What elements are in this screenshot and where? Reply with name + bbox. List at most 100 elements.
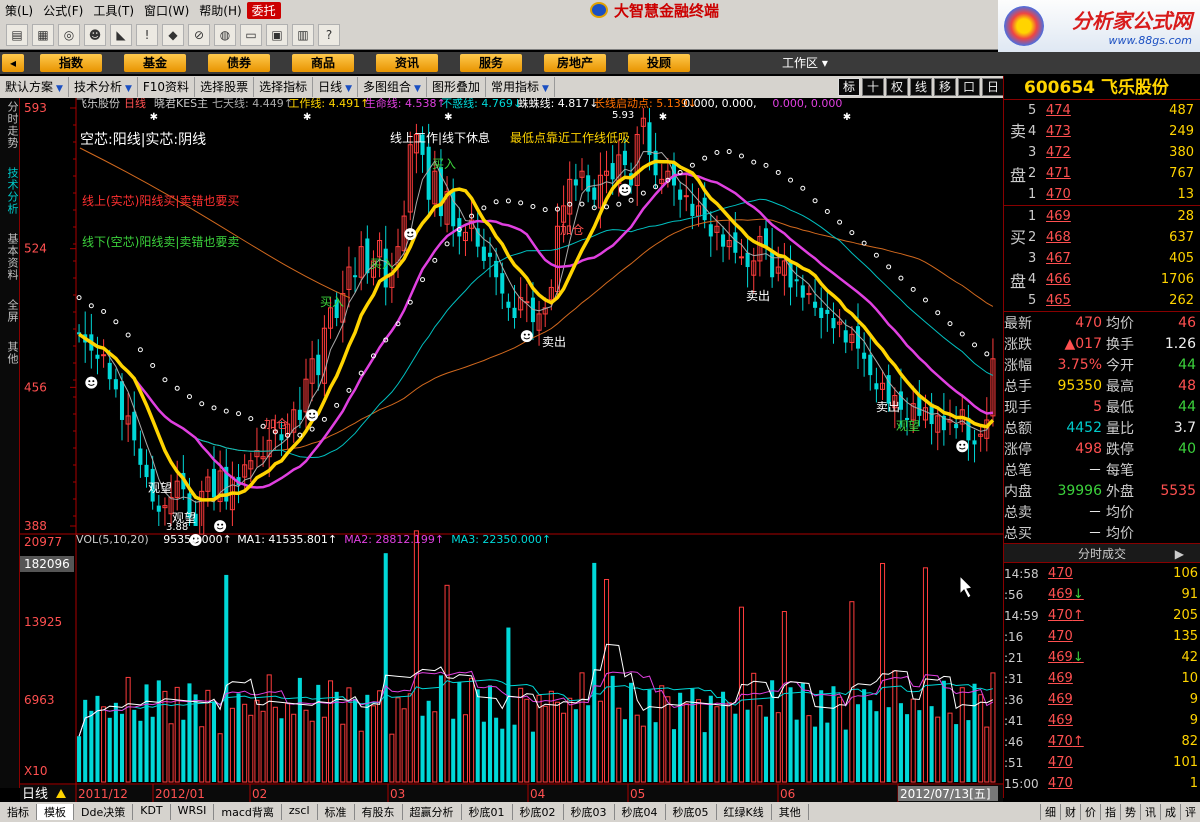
- tech-analysis-dropdown[interactable]: 技术分析: [69, 77, 138, 97]
- quote-tab[interactable]: 讯: [1140, 804, 1160, 820]
- indicator-tab[interactable]: zscl: [282, 804, 318, 820]
- quote-tab[interactable]: 细: [1040, 804, 1060, 820]
- alert-icon[interactable]: !: [136, 23, 158, 46]
- bid-price[interactable]: 465: [1046, 293, 1106, 308]
- tab-fundamentals[interactable]: 基本资料: [0, 230, 20, 284]
- ask-row[interactable]: 5 474 487: [1004, 100, 1200, 121]
- megaphone-icon[interactable]: ◣: [110, 23, 132, 46]
- tab-fullscreen[interactable]: 全屏: [0, 296, 20, 326]
- bid-price[interactable]: 466: [1046, 272, 1106, 287]
- quote-tab[interactable]: 价: [1080, 804, 1100, 820]
- mark-button[interactable]: 标: [838, 78, 860, 96]
- ask-row[interactable]: 4 473 249: [1004, 121, 1200, 142]
- indicator-tab[interactable]: 有股东: [355, 804, 403, 820]
- ask-row[interactable]: 2 471 767: [1004, 163, 1200, 184]
- nav-fund[interactable]: 基金: [124, 54, 186, 72]
- kline-chart[interactable]: ✱ ✱ ✱ ✱ ✱ 593 524 456 388 20977 182096 13925 6963 X1…: [20, 98, 1003, 802]
- scheme-dropdown[interactable]: 默认方案: [0, 77, 69, 97]
- nav-service[interactable]: 服务: [460, 54, 522, 72]
- bid-price[interactable]: 468: [1046, 230, 1106, 245]
- bid-row[interactable]: 3 467 405: [1004, 248, 1200, 269]
- indicator-tab[interactable]: 秒底03: [564, 804, 615, 820]
- bid-price[interactable]: 467: [1046, 251, 1106, 266]
- nav-news[interactable]: 资讯: [376, 54, 438, 72]
- indicator-tab[interactable]: 秒底04: [615, 804, 666, 820]
- bid-price[interactable]: 469: [1046, 209, 1106, 224]
- day-button[interactable]: 日: [982, 78, 1004, 96]
- layout-icon[interactable]: ▣: [266, 23, 288, 46]
- ticks-header[interactable]: 分时成交 ▶: [1004, 543, 1200, 563]
- ask-row[interactable]: 3 472 380: [1004, 142, 1200, 163]
- flag-icon[interactable]: ▤: [6, 23, 28, 46]
- window-button[interactable]: 口: [958, 78, 980, 96]
- nav-advisor[interactable]: 投顾: [628, 54, 690, 72]
- ask-price[interactable]: 472: [1046, 145, 1106, 160]
- indicator-tab[interactable]: 红绿K线: [717, 804, 772, 820]
- ask-row[interactable]: 1 470 13: [1004, 184, 1200, 205]
- menu-tools[interactable]: 工具(T): [88, 2, 139, 19]
- menu-formula[interactable]: 公式(F): [38, 2, 88, 19]
- rights-button[interactable]: 权: [886, 78, 908, 96]
- help-cursor-icon[interactable]: ?: [318, 23, 340, 46]
- globe-icon[interactable]: ◍: [214, 23, 236, 46]
- overlay-button[interactable]: 图形叠加: [427, 77, 486, 97]
- tab-other[interactable]: 其他: [0, 338, 20, 368]
- common-indicator-dropdown[interactable]: 常用指标: [486, 77, 555, 97]
- binoculars-icon[interactable]: ◎: [58, 23, 80, 46]
- nav-index[interactable]: 指数: [40, 54, 102, 72]
- ask-price[interactable]: 471: [1046, 166, 1106, 181]
- bid-row[interactable]: 5 465 262: [1004, 290, 1200, 311]
- indicator-tab[interactable]: 秒底05: [666, 804, 717, 820]
- f10-button[interactable]: F10资料: [138, 77, 196, 97]
- bars-icon[interactable]: ▥: [292, 23, 314, 46]
- quote-tab[interactable]: 指: [1100, 804, 1120, 820]
- bid-row[interactable]: 1 469 28: [1004, 206, 1200, 227]
- bid-row[interactable]: 2 468 637: [1004, 227, 1200, 248]
- select-stock-button[interactable]: 选择股票: [195, 77, 255, 97]
- ask-price[interactable]: 473: [1046, 124, 1106, 139]
- indicator-tab[interactable]: 超赢分析: [403, 804, 462, 820]
- quote-tab[interactable]: 财: [1060, 804, 1080, 820]
- multi-chart-dropdown[interactable]: 多图组合: [358, 77, 427, 97]
- quote-tab[interactable]: 成: [1160, 804, 1180, 820]
- indicator-tab[interactable]: KDT: [133, 804, 171, 820]
- workzone-dropdown[interactable]: 工作区 ▾: [782, 54, 828, 71]
- indicator-tab[interactable]: 其他: [772, 804, 809, 820]
- indicator-tab[interactable]: macd背离: [214, 804, 282, 820]
- indicator-tab[interactable]: 秒底01: [462, 804, 513, 820]
- tick-time: :31: [1004, 671, 1024, 686]
- play-icon[interactable]: ▶: [1175, 544, 1184, 564]
- indicator-tab[interactable]: 秒底02: [513, 804, 564, 820]
- grid-icon[interactable]: ▦: [32, 23, 54, 46]
- nav-commodity[interactable]: 商品: [292, 54, 354, 72]
- line-button[interactable]: 线: [910, 78, 932, 96]
- menu-help[interactable]: 帮助(H): [194, 2, 246, 19]
- tick-time: :46: [1004, 734, 1024, 749]
- print-icon[interactable]: ▭: [240, 23, 262, 46]
- tab-intraday[interactable]: 分时走势: [0, 98, 20, 152]
- ask-price[interactable]: 470: [1046, 187, 1106, 202]
- menu-trade[interactable]: 委托: [246, 1, 281, 19]
- ask-price[interactable]: 474: [1046, 103, 1106, 118]
- indicator-tab[interactable]: 标准: [318, 804, 355, 820]
- menu-strategy[interactable]: 策(L): [0, 2, 38, 19]
- indicator-tab[interactable]: 指标: [0, 804, 37, 820]
- diamond-icon[interactable]: ◆: [162, 23, 184, 46]
- people-icon[interactable]: ☻: [84, 23, 106, 46]
- crosshair-button[interactable]: 十: [862, 78, 884, 96]
- menu-window[interactable]: 窗口(W): [139, 2, 194, 19]
- no-entry-icon[interactable]: ⊘: [188, 23, 210, 46]
- nav-bond[interactable]: 债券: [208, 54, 270, 72]
- nav-realestate[interactable]: 房地产: [544, 54, 606, 72]
- period-dropdown[interactable]: 日线: [313, 77, 359, 97]
- tab-technical[interactable]: 技术分析: [0, 164, 20, 218]
- move-button[interactable]: 移: [934, 78, 956, 96]
- indicator-tab[interactable]: Dde决策: [74, 804, 134, 820]
- indicator-tab[interactable]: WRSI: [171, 804, 215, 820]
- quote-tab[interactable]: 势: [1120, 804, 1140, 820]
- indicator-tab[interactable]: 模板: [37, 804, 74, 820]
- select-indicator-button[interactable]: 选择指标: [254, 77, 314, 97]
- quote-tab[interactable]: 评: [1180, 804, 1200, 820]
- bid-row[interactable]: 4 466 1706: [1004, 269, 1200, 290]
- nav-back-button[interactable]: ◂: [2, 54, 24, 72]
